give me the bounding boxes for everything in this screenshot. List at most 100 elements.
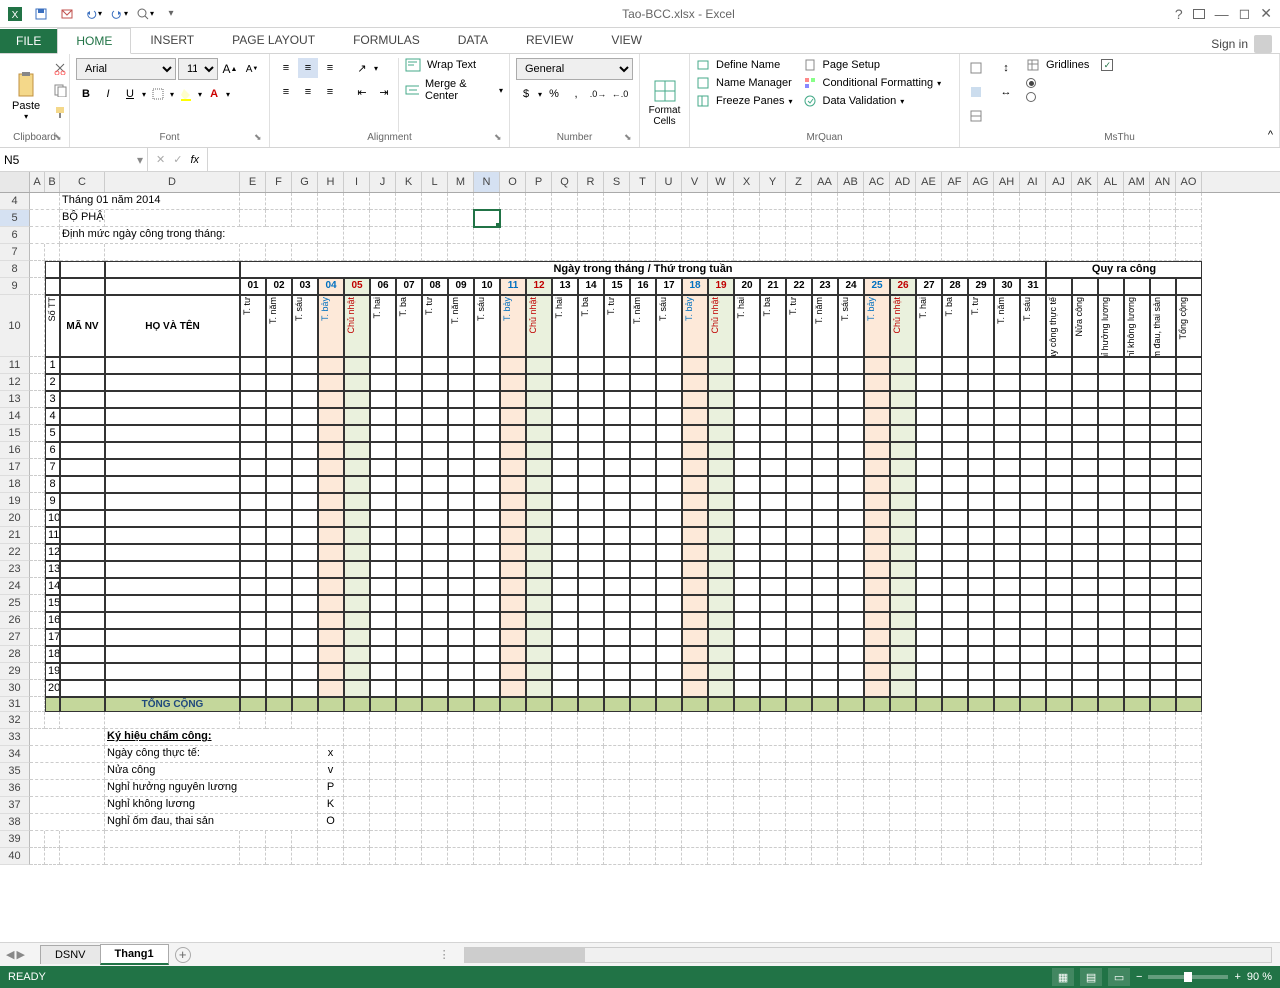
cell[interactable] [578,629,604,646]
cell[interactable] [526,227,552,244]
cell[interactable] [994,746,1020,763]
cell[interactable] [734,578,760,595]
cell[interactable] [630,763,656,780]
cell[interactable]: 8 [45,476,60,493]
cell[interactable] [838,193,864,210]
cell[interactable] [1124,278,1150,295]
cell[interactable]: T. tư [786,295,812,357]
cell[interactable] [448,746,474,763]
cell[interactable] [552,712,578,729]
cell[interactable] [474,697,500,712]
email-icon[interactable] [56,3,78,25]
cell[interactable] [578,729,604,746]
column-header[interactable]: W [708,172,734,192]
cell[interactable] [448,425,474,442]
cell[interactable] [370,578,396,595]
cell[interactable] [578,510,604,527]
cell[interactable] [526,578,552,595]
cell[interactable] [916,763,942,780]
tab-review[interactable]: REVIEW [507,27,592,53]
cell[interactable] [240,629,266,646]
cell[interactable] [60,831,105,848]
cell[interactable]: BỘ PHẬN [60,210,105,227]
cell[interactable] [630,193,656,210]
cell[interactable] [578,848,604,865]
cell[interactable] [578,391,604,408]
cell[interactable] [864,729,890,746]
cell[interactable] [630,612,656,629]
cell[interactable]: 14 [45,578,60,595]
cell[interactable] [1124,510,1150,527]
cell[interactable] [734,442,760,459]
cell[interactable] [1072,578,1098,595]
cell[interactable] [1020,848,1046,865]
cell[interactable] [708,831,734,848]
cell[interactable] [60,493,105,510]
cell[interactable] [604,210,630,227]
cell[interactable] [786,746,812,763]
msthu-icon-4[interactable]: ↕ [996,58,1016,78]
cell[interactable] [682,712,708,729]
cell[interactable] [1150,712,1176,729]
cell[interactable] [760,425,786,442]
cell[interactable] [1098,442,1124,459]
cell[interactable] [1176,244,1202,261]
cell[interactable] [734,831,760,848]
qat-customize-icon[interactable]: ▾ [160,3,182,25]
cell[interactable] [552,595,578,612]
cell[interactable] [1150,227,1176,244]
cell[interactable] [448,476,474,493]
tab-page-layout[interactable]: PAGE LAYOUT [213,27,334,53]
cell[interactable] [1072,210,1098,227]
cell[interactable] [968,595,994,612]
cell[interactable] [864,663,890,680]
cell[interactable] [604,193,630,210]
cell[interactable] [240,442,266,459]
cell[interactable] [942,763,968,780]
cell[interactable] [60,680,105,697]
cell[interactable] [474,527,500,544]
cell[interactable] [604,391,630,408]
cell[interactable] [708,408,734,425]
increase-indent-icon[interactable]: ⇥ [374,82,394,102]
cell[interactable] [864,680,890,697]
cell[interactable] [1176,680,1202,697]
cell[interactable] [604,459,630,476]
cell[interactable] [630,442,656,459]
cell[interactable] [396,227,422,244]
cell[interactable] [1020,442,1046,459]
row-header[interactable]: 25 [0,595,30,612]
cell[interactable] [682,814,708,831]
cell[interactable] [708,629,734,646]
cell[interactable] [994,442,1020,459]
cell[interactable] [968,193,994,210]
cell[interactable] [396,712,422,729]
cell[interactable] [916,442,942,459]
cell[interactable] [864,442,890,459]
cell[interactable] [370,527,396,544]
cell[interactable] [786,442,812,459]
cell[interactable]: T. ba [760,295,786,357]
align-bottom-icon[interactable]: ≡ [320,58,340,78]
cell[interactable] [240,408,266,425]
cell[interactable] [994,544,1020,561]
cell[interactable] [656,493,682,510]
cell[interactable] [890,680,916,697]
cell[interactable] [786,814,812,831]
accounting-format-icon[interactable]: $ [516,84,536,104]
cell[interactable] [708,697,734,712]
cell[interactable] [1150,729,1176,746]
cell[interactable] [682,729,708,746]
cell[interactable] [1046,476,1072,493]
cell[interactable] [526,797,552,814]
cell[interactable] [1046,510,1072,527]
cell[interactable]: 09 [448,278,474,295]
msthu-icon-1[interactable] [966,58,986,78]
cell[interactable] [552,425,578,442]
cell[interactable] [318,227,344,244]
cell[interactable] [760,746,786,763]
cell[interactable] [60,561,105,578]
cell[interactable]: T. bảy [682,295,708,357]
cell[interactable]: Nửa công [105,763,318,780]
cell[interactable] [1098,561,1124,578]
